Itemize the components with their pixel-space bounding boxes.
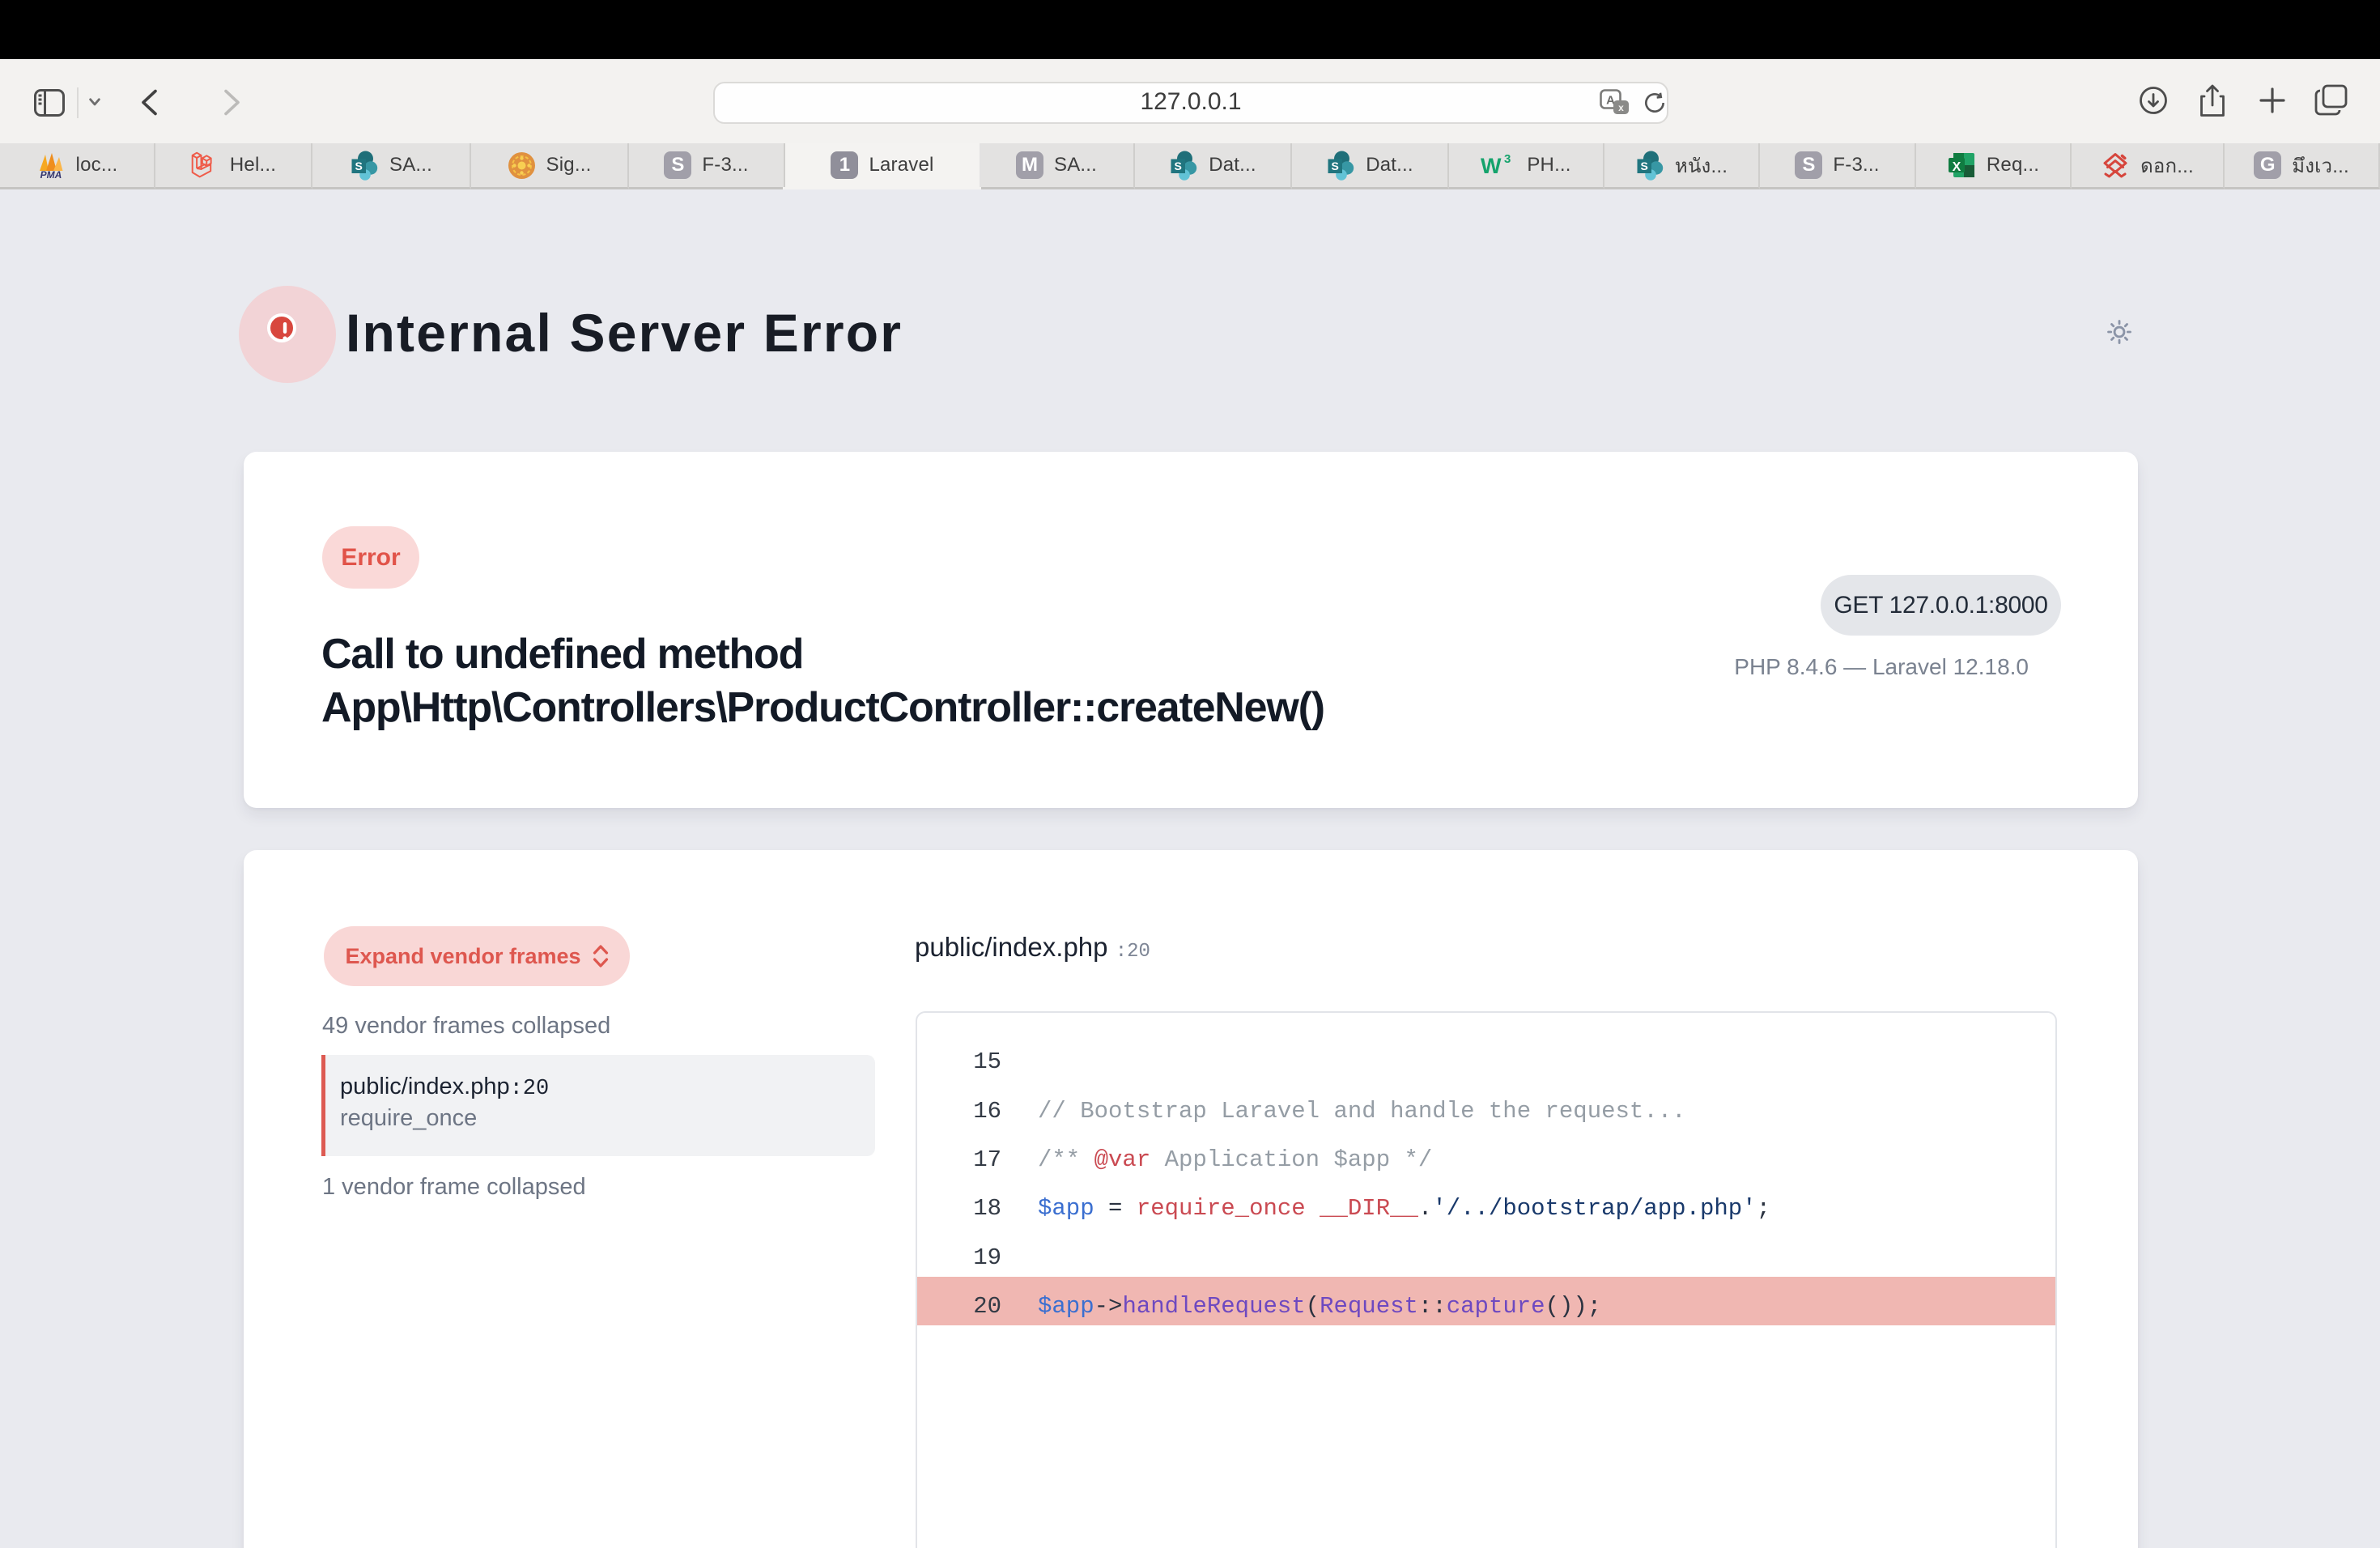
- svg-text:S: S: [1332, 159, 1339, 172]
- svg-text:X: X: [1953, 160, 1961, 174]
- svg-text:PMA: PMA: [40, 169, 62, 179]
- svg-text:S: S: [1175, 159, 1182, 172]
- svg-text:x: x: [1618, 102, 1624, 113]
- svg-text:S: S: [1640, 159, 1647, 172]
- svg-text:3: 3: [1504, 152, 1511, 166]
- svg-text:S: S: [355, 159, 363, 172]
- svg-text:W: W: [1481, 154, 1502, 178]
